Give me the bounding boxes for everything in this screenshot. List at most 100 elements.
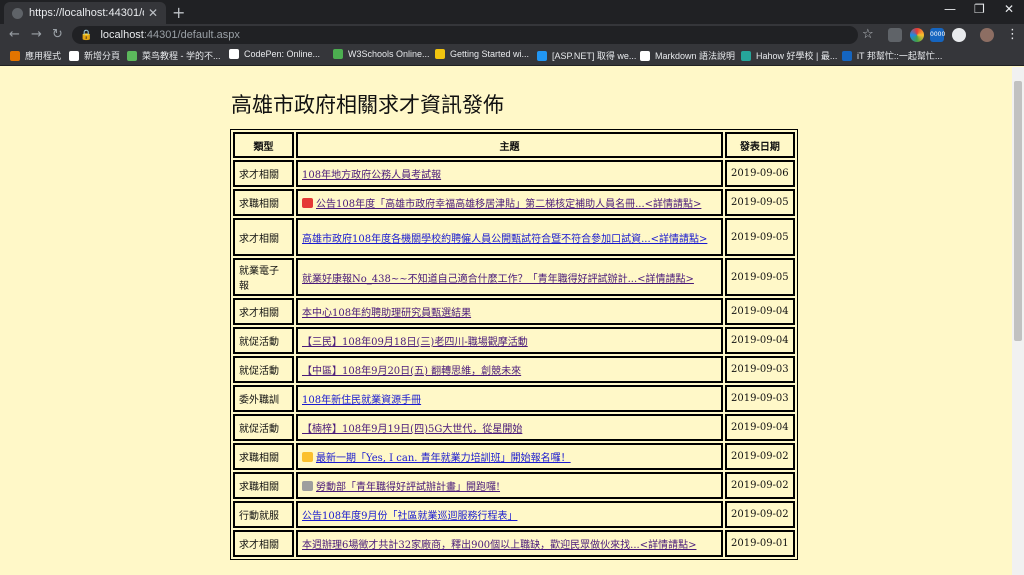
aspnet-icon [537,50,547,61]
color-extension-icon[interactable] [910,28,924,42]
emoji-icon [302,452,313,462]
topic-link[interactable]: 108年新住民就業資源手冊 [302,395,421,406]
emoji-icon [302,481,313,491]
extension-icon[interactable] [888,28,902,42]
bookmark-item[interactable]: Getting Started wi... [435,49,529,59]
url-host: localhost [100,29,144,41]
category-cell: 委外職訓 [233,385,294,412]
profile-avatar[interactable] [980,28,994,42]
category-cell: 就促活動 [233,327,294,354]
bookmark-label: [ASP.NET] 取得 we... [552,51,637,61]
vertical-scrollbar[interactable] [1012,67,1024,575]
category-cell: 求才相關 [233,160,294,187]
bookmarks-bar: 應用程式 新增分頁 菜鸟教程 - 学的不... CodePen: Online.… [0,46,1024,66]
address-bar[interactable]: 🔒 localhost:44301/default.aspx [72,26,858,44]
topic-link[interactable]: 勞動部「青年職得好評試辦計畫」開跑囉! [316,482,500,493]
forward-icon[interactable]: → [31,27,42,42]
topic-cell: 最新一期「Yes, I can. 青年就業力培訓班」開始報名囉！ [296,443,723,470]
bookmark-item[interactable]: W3Schools Online... [333,49,430,59]
ithome-icon [842,50,852,61]
bookmark-label: Markdown 語法說明 [655,51,736,61]
date-cell: 2019-09-03 [725,385,795,412]
extension-badge-icon[interactable]: 0000 [930,28,945,42]
topic-cell: 公告108年度「高雄市政府幸福高雄移居津貼」第二梯核定補助人員名冊...<詳情請… [296,189,723,216]
runoob-icon [127,50,137,61]
markdown-icon [640,50,650,61]
emoji-icon [302,198,313,208]
topic-cell: 就業好康報No_438~~不知道自己適合什麼工作？「青年職得好評試辦計...<詳… [296,258,723,296]
table-row: 就促活動 【楠梓】108年9月19日(四)5G大世代，從星開始 2019-09-04 [233,414,795,441]
tab-strip: https://localhost:44301/default ✕ + — ❐ … [0,0,1024,24]
browser-tab[interactable]: https://localhost:44301/default ✕ [4,2,166,24]
bookmark-item[interactable]: Markdown 語法說明 [640,49,735,62]
date-cell: 2019-09-01 [725,530,795,557]
globe-icon [69,50,79,61]
bookmark-item[interactable]: 菜鸟教程 - 学的不... [127,49,221,62]
topic-link[interactable]: 本中心108年約聘助理研究員甄選結果 [302,308,471,319]
job-table: 類型 主題 發表日期 求才相關 108年地方政府公務人員考試報 2019-09-06… [230,129,798,560]
table-row: 就促活動 【三民】108年09月18日(三)老四川-職場觀摩活動 2019-09-0… [233,327,795,354]
bookmark-item[interactable]: CodePen: Online... [229,49,320,59]
page-title: 高雄市政府相關求才資訊發佈 [231,93,504,117]
topic-cell: 【三民】108年09月18日(三)老四川-職場觀摩活動 [296,327,723,354]
bookmark-item[interactable]: iT 邦幫忙::一起幫忙... [842,49,942,62]
header-category: 類型 [233,132,294,158]
menu-kebab-icon[interactable]: ⋮ [1006,27,1019,42]
date-cell: 2019-09-04 [725,327,795,354]
category-cell: 就促活動 [233,356,294,383]
w3schools-icon [333,49,343,59]
table-row: 求職相關 公告108年度「高雄市政府幸福高雄移居津貼」第二梯核定補助人員名冊...… [233,189,795,216]
topic-link[interactable]: 高雄市政府108年度各機關學校約聘僱人員公開甄試符合暨不符合參加口試資...<詳… [302,234,707,245]
bookmark-label: CodePen: Online... [244,49,321,59]
close-window-icon[interactable]: ✕ [1004,2,1014,16]
topic-cell: 【楠梓】108年9月19日(四)5G大世代，從星開始 [296,414,723,441]
date-cell: 2019-09-02 [725,472,795,499]
bookmark-item[interactable]: [ASP.NET] 取得 we... [537,49,636,62]
maximize-icon[interactable]: ❐ [974,2,985,16]
compass-extension-icon[interactable] [952,28,966,42]
topic-link[interactable]: 【三民】108年09月18日(三)老四川-職場觀摩活動 [302,337,528,348]
bookmark-item[interactable]: 新增分頁 [69,49,120,62]
table-row: 就業電子報 就業好康報No_438~~不知道自己適合什麼工作？「青年職得好評試辦計… [233,258,795,296]
topic-link[interactable]: 108年地方政府公務人員考試報 [302,170,441,181]
topic-link[interactable]: 本週辦理6場徵才共計32家廠商，釋出900個以上職缺，歡迎民眾做伙來找...<詳… [302,540,696,551]
topic-link[interactable]: 【中區】108年9月20日(五) 翻轉思維，創競未來 [302,366,521,377]
table-body: 求才相關 108年地方政府公務人員考試報 2019-09-06 求職相關 公告108年度… [233,160,795,557]
reload-icon[interactable]: ↻ [52,27,63,42]
category-cell: 求職相關 [233,472,294,499]
topic-cell: 勞動部「青年職得好評試辦計畫」開跑囉! [296,472,723,499]
topic-cell: 108年新住民就業資源手冊 [296,385,723,412]
date-cell: 2019-09-05 [725,258,795,296]
bookmark-apps[interactable]: 應用程式 [10,49,61,62]
bookmark-star-icon[interactable]: ☆ [862,27,874,42]
scrollbar-thumb[interactable] [1014,81,1022,341]
lock-icon[interactable]: 🔒 [80,30,92,41]
new-tab-icon[interactable]: + [172,3,185,22]
table-row: 求才相關 108年地方政府公務人員考試報 2019-09-06 [233,160,795,187]
close-tab-icon[interactable]: ✕ [148,6,158,20]
category-cell: 就促活動 [233,414,294,441]
table-header-row: 類型 主題 發表日期 [233,132,795,158]
minimize-icon[interactable]: — [944,2,956,16]
table-row: 就促活動 【中區】108年9月20日(五) 翻轉思維，創競未來 2019-09-03 [233,356,795,383]
date-cell: 2019-09-02 [725,443,795,470]
topic-link[interactable]: 公告108年度9月份「社區就業巡迴服務行程表」 [302,511,517,522]
date-cell: 2019-09-06 [725,160,795,187]
category-cell: 求才相關 [233,218,294,256]
category-cell: 求才相關 [233,530,294,557]
topic-link[interactable]: 【楠梓】108年9月19日(四)5G大世代，從星開始 [302,424,522,435]
hahow-icon [741,50,751,61]
tab-title: https://localhost:44301/default [29,7,144,19]
table-row: 求職相關 最新一期「Yes, I can. 青年就業力培訓班」開始報名囉！ 2019… [233,443,795,470]
bookmark-item[interactable]: Hahow 好學校 | 最... [741,49,837,62]
topic-link[interactable]: 公告108年度「高雄市政府幸福高雄移居津貼」第二梯核定補助人員名冊...<詳情請… [316,199,701,210]
back-icon[interactable]: ← [9,27,20,42]
bookmark-label: 新增分頁 [84,51,121,61]
category-cell: 就業電子報 [233,258,294,296]
topic-link[interactable]: 就業好康報No_438~~不知道自己適合什麼工作？「青年職得好評試辦計...<詳… [302,274,694,285]
date-cell: 2019-09-05 [725,218,795,256]
table-row: 求才相關 高雄市政府108年度各機關學校約聘僱人員公開甄試符合暨不符合參加口試資.… [233,218,795,256]
date-cell: 2019-09-04 [725,298,795,325]
topic-cell: 本中心108年約聘助理研究員甄選結果 [296,298,723,325]
topic-link[interactable]: 最新一期「Yes, I can. 青年就業力培訓班」開始報名囉！ [316,453,571,464]
